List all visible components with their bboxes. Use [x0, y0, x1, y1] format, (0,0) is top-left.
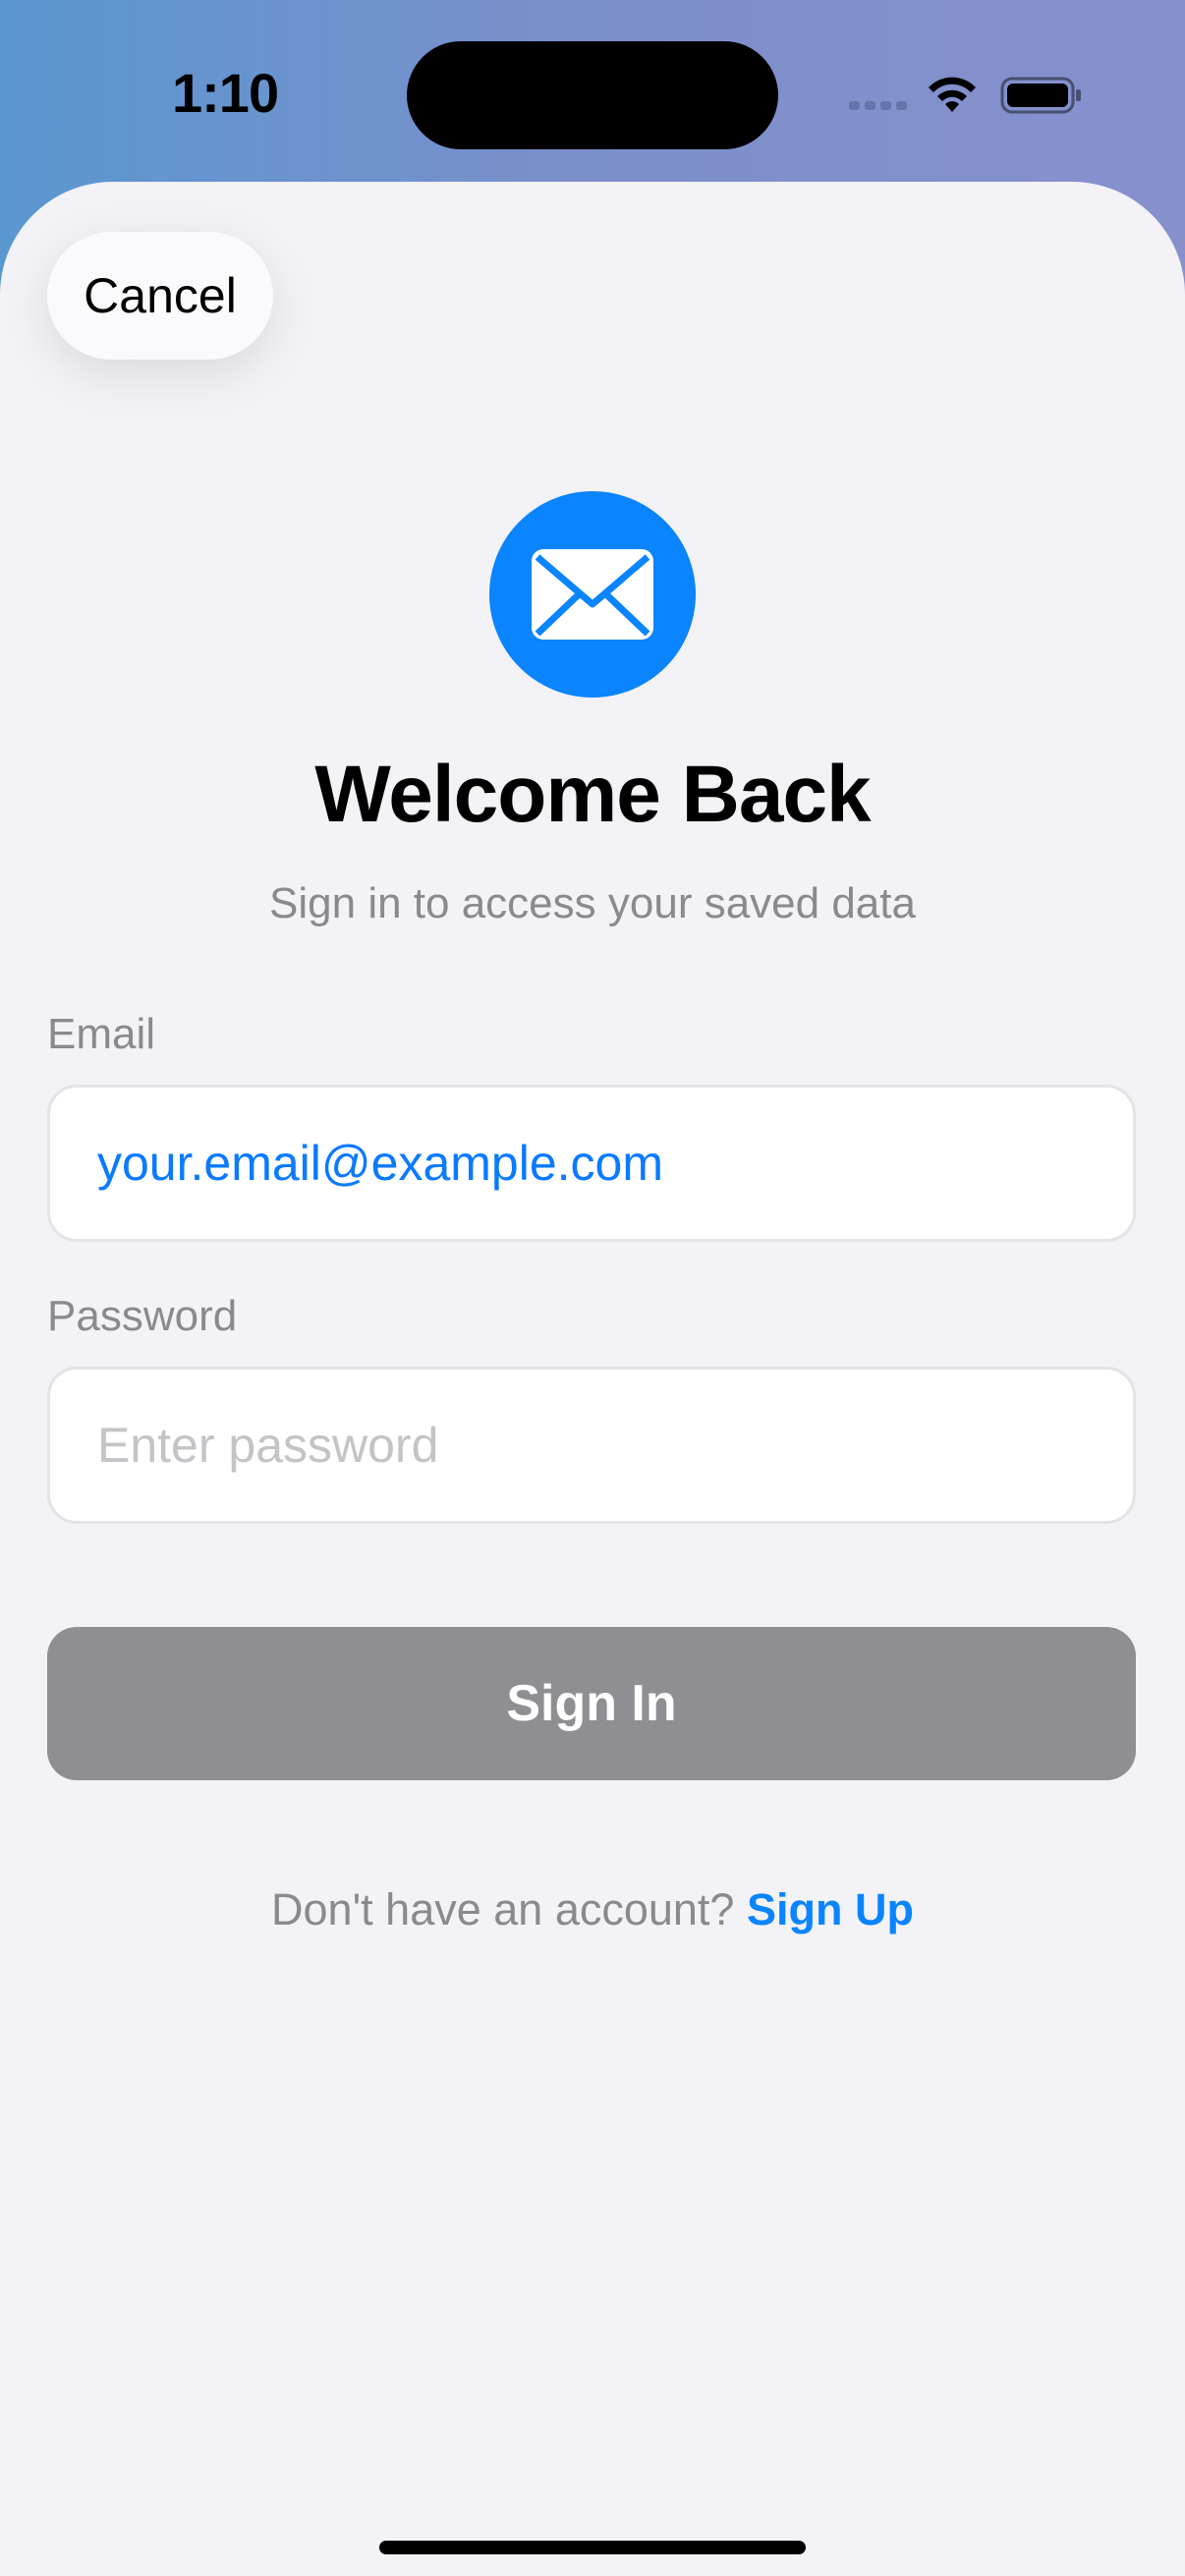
email-field[interactable]: your.email@example.com: [47, 1085, 1136, 1242]
sign-up-link[interactable]: Sign Up: [747, 1884, 914, 1934]
cancel-button[interactable]: Cancel: [47, 232, 273, 360]
status-time: 1:10: [172, 62, 279, 124]
sign-in-button[interactable]: Sign In: [47, 1627, 1136, 1780]
battery-icon: [1000, 77, 1081, 114]
password-field[interactable]: Enter password: [47, 1367, 1136, 1524]
dynamic-island: [407, 41, 778, 149]
email-label: Email: [47, 1010, 156, 1058]
page-title: Welcome Back: [314, 750, 871, 839]
wifi-icon: [929, 77, 976, 112]
password-label: Password: [47, 1292, 238, 1340]
envelope-icon: [489, 491, 696, 698]
signup-prompt-text: Don't have an account?: [271, 1884, 735, 1934]
signup-prompt-row: Don't have an account? Sign Up: [0, 1884, 1185, 1935]
home-indicator[interactable]: [379, 2541, 806, 2554]
cellular-signal-icon: [849, 101, 907, 110]
page-subtitle: Sign in to access your saved data: [269, 879, 916, 927]
status-bar: 1:10: [0, 0, 1185, 187]
